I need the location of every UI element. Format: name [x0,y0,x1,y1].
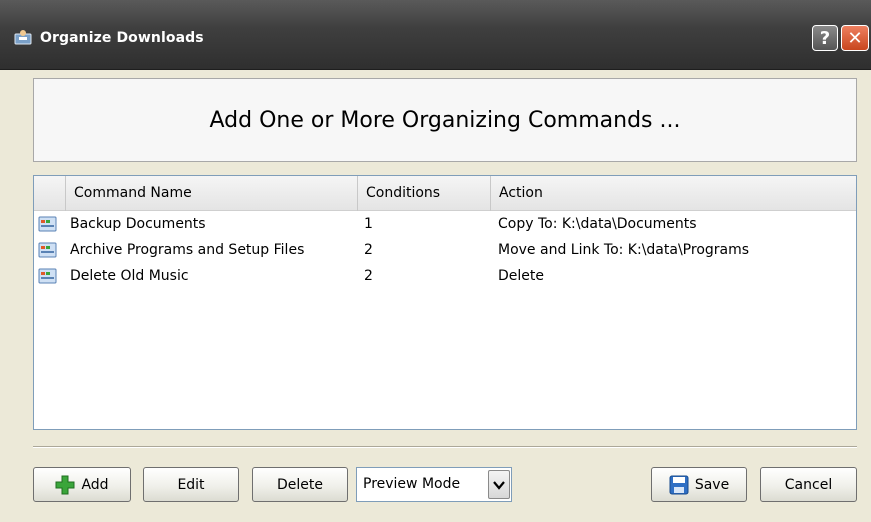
cell-action: Move and Link To: K:\data\Programs [498,242,750,258]
cell-conditions: 1 [364,216,373,232]
cell-action: Copy To: K:\data\Documents [498,216,697,232]
close-icon: ✕ [847,27,863,49]
column-header-conditions[interactable]: Conditions [357,176,490,211]
delete-button[interactable]: Delete [252,467,348,502]
command-icon [38,242,57,258]
organize-downloads-dialog: Organize Downloads ? ✕ Add One or More O… [0,0,871,522]
list-header: Command Name Conditions Action [34,176,856,211]
cell-action: Delete [498,268,544,284]
help-button[interactable]: ? [812,25,838,51]
edit-label: Edit [177,476,205,493]
separator [33,446,857,448]
page-heading: Add One or More Organizing Commands ... [209,107,681,133]
close-button[interactable]: ✕ [841,25,869,51]
help-icon: ? [819,27,831,49]
cell-command-name: Archive Programs and Setup Files [70,242,305,258]
table-row[interactable]: Delete Old Music 2 Delete [34,265,856,287]
edit-button[interactable]: Edit [143,467,239,502]
command-icon [38,216,57,232]
cell-command-name: Backup Documents [70,216,206,232]
window-title: Organize Downloads [40,30,204,46]
mode-select-value: Preview Mode [363,476,461,492]
title-bar[interactable]: Organize Downloads ? ✕ [0,0,871,70]
table-row[interactable]: Backup Documents 1 Copy To: K:\data\Docu… [34,213,856,235]
add-button[interactable]: Add [33,467,131,502]
column-header-icon[interactable] [34,176,65,211]
column-header-command-name[interactable]: Command Name [65,176,357,211]
command-icon [38,268,57,284]
add-icon [55,475,75,494]
cell-command-name: Delete Old Music [70,268,189,284]
commands-list[interactable]: Command Name Conditions Action Backup Do… [33,175,857,430]
column-header-action[interactable]: Action [490,176,856,211]
save-icon [669,475,689,494]
add-label: Add [81,476,109,493]
cancel-button[interactable]: Cancel [760,467,857,502]
cell-conditions: 2 [364,268,373,284]
header-panel: Add One or More Organizing Commands ... [33,78,857,162]
cancel-label: Cancel [784,476,833,493]
save-button[interactable]: Save [651,467,747,502]
cell-conditions: 2 [364,242,373,258]
table-row[interactable]: Archive Programs and Setup Files 2 Move … [34,239,856,261]
save-label: Save [694,476,730,493]
mode-select[interactable]: Preview Mode [356,467,512,502]
delete-label: Delete [277,476,323,493]
app-icon [14,30,32,45]
chevron-down-icon[interactable] [488,470,510,499]
